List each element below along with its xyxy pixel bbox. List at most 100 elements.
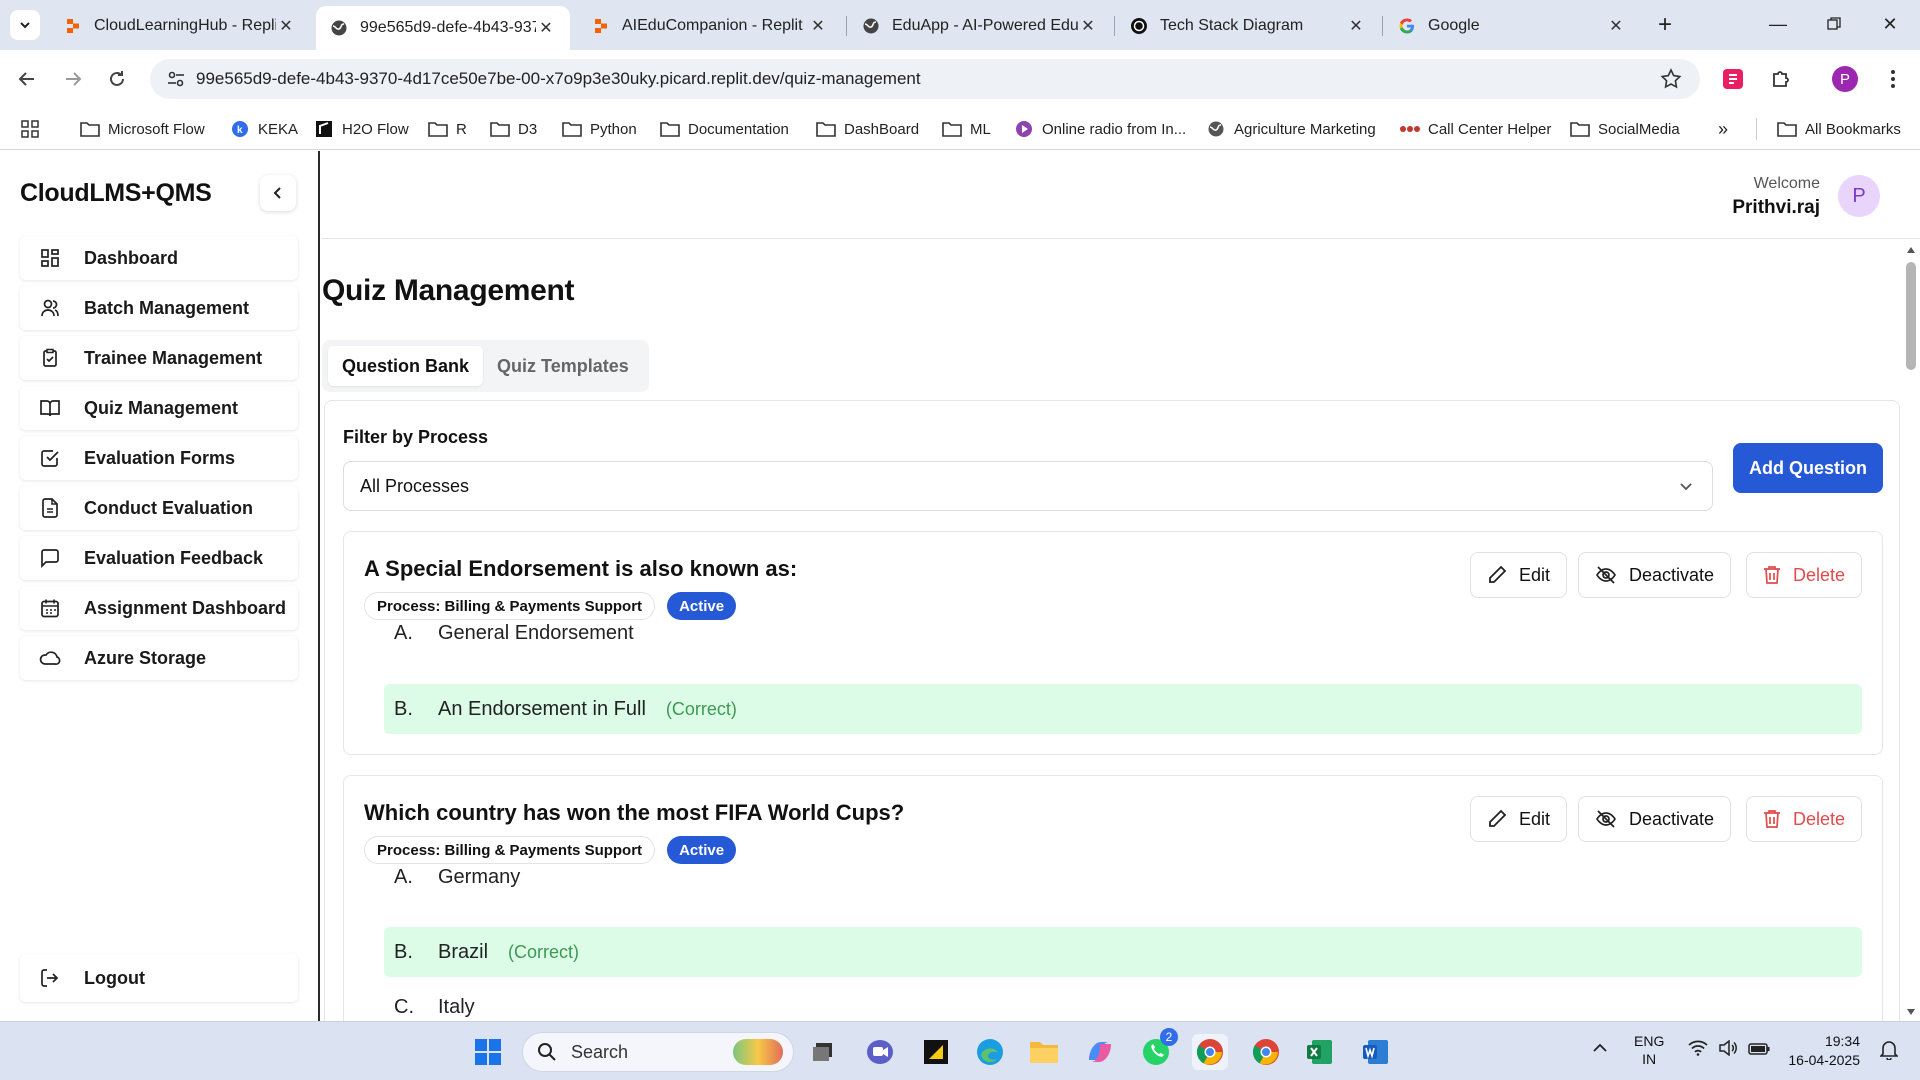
page-scrollbar[interactable] (1902, 240, 1920, 1021)
user-avatar[interactable]: P (1838, 175, 1880, 217)
bookmark-item[interactable]: Call Center Helper (1400, 118, 1551, 140)
browser-tab[interactable]: CloudLearningHub - Replit ✕ (50, 6, 310, 46)
browser-tab-active[interactable]: 99e565d9-defe-4b43-9370 ✕ (316, 6, 570, 50)
more-bookmarks-button[interactable]: » (1718, 118, 1728, 140)
bookmark-item[interactable]: Documentation (660, 118, 789, 140)
bookmark-item[interactable]: DashBoard (816, 118, 919, 140)
notifications-button[interactable] (1879, 1040, 1899, 1064)
browser-tab[interactable]: AIEduCompanion - Replit ✕ (578, 6, 842, 46)
edit-button[interactable]: Edit (1470, 552, 1568, 598)
chevron-down-icon (20, 22, 30, 29)
taskbar-app-word[interactable] (1358, 1034, 1394, 1070)
option-text: General Endorsement (438, 621, 634, 644)
delete-button[interactable]: Delete (1746, 796, 1863, 842)
extension-pinned-button[interactable] (1716, 62, 1750, 96)
taskbar-search[interactable]: Search (522, 1032, 794, 1072)
collapse-sidebar-button[interactable] (260, 175, 296, 211)
close-tab-icon[interactable]: ✕ (1346, 16, 1366, 36)
close-tab-icon[interactable]: ✕ (1606, 16, 1626, 36)
minimize-window-button[interactable]: — (1758, 8, 1798, 40)
tab-search-menu-button[interactable] (10, 10, 40, 40)
apps-button[interactable] (20, 118, 48, 140)
bookmark-star-icon[interactable] (1660, 68, 1682, 95)
logout-button[interactable]: Logout (20, 954, 298, 1002)
chevron-up-icon (1593, 1043, 1607, 1052)
task-view-icon (813, 1043, 832, 1061)
sidebar-item-evaluation-feedback[interactable]: Evaluation Feedback (20, 536, 298, 580)
bookmark-item[interactable]: D3 (490, 118, 537, 140)
taskbar-app-chrome-profile-k[interactable] (1248, 1034, 1284, 1070)
bookmark-item[interactable]: ML (942, 118, 991, 140)
sidebar-item-assignment-dashboard[interactable]: Assignment Dashboard (20, 586, 298, 630)
deactivate-button[interactable]: Deactivate (1578, 552, 1732, 598)
edit-button[interactable]: Edit (1470, 796, 1568, 842)
close-tab-icon[interactable]: ✕ (1078, 16, 1098, 36)
language-indicator[interactable]: ENG IN (1634, 1032, 1664, 1068)
browser-menu-button[interactable] (1876, 62, 1910, 96)
taskbar-app-copilot[interactable] (1082, 1034, 1118, 1070)
start-button[interactable] (470, 1034, 506, 1070)
close-tab-icon[interactable]: ✕ (536, 18, 556, 38)
users-icon (38, 296, 62, 320)
taskbar-app-whatsapp[interactable]: 2 (1138, 1028, 1178, 1070)
close-tab-icon[interactable]: ✕ (276, 16, 296, 36)
browser-tab[interactable]: Google ✕ (1384, 6, 1640, 46)
all-bookmarks-button[interactable]: All Bookmarks (1756, 118, 1901, 140)
taskbar-app-edge[interactable] (972, 1034, 1008, 1070)
sidebar-item-evaluation-forms[interactable]: Evaluation Forms (20, 436, 298, 480)
bookmark-item[interactable]: Agriculture Marketing (1206, 118, 1376, 140)
bookmark-item[interactable]: SocialMedia (1570, 118, 1680, 140)
taskbar-app-sticky-notes[interactable] (918, 1034, 954, 1070)
add-question-button[interactable]: Add Question (1733, 443, 1883, 493)
task-view-button[interactable] (806, 1034, 842, 1070)
double-chevron-right-icon: » (1718, 118, 1729, 139)
forward-button[interactable] (56, 62, 90, 96)
calendar-icon (38, 596, 62, 620)
logout-label: Logout (84, 967, 145, 988)
deactivate-button[interactable]: Deactivate (1578, 796, 1732, 842)
network-volume-battery-tray[interactable] (1688, 1039, 1770, 1060)
sidebar-item-azure-storage[interactable]: Azure Storage (20, 636, 298, 680)
bookmark-item[interactable]: Microsoft Flow (80, 118, 205, 140)
answer-option-correct: B. Brazil (Correct) (384, 927, 1862, 977)
sidebar-item-quiz-management[interactable]: Quiz Management (20, 386, 298, 430)
tab-quiz-templates[interactable]: Quiz Templates (483, 346, 643, 386)
sidebar-item-conduct-evaluation[interactable]: Conduct Evaluation (20, 486, 298, 530)
delete-button[interactable]: Delete (1746, 552, 1863, 598)
scrollbar-thumb[interactable] (1906, 262, 1916, 370)
bookmark-item[interactable]: Python (562, 118, 637, 140)
show-hidden-icons-button[interactable] (1592, 1040, 1608, 1058)
sidebar-item-batch-management[interactable]: Batch Management (20, 286, 298, 330)
taskbar-app-excel[interactable] (1302, 1034, 1338, 1070)
address-bar[interactable]: 99e565d9-defe-4b43-9370-4d17ce50e7be-00-… (150, 59, 1700, 99)
answer-option: C. Italy (384, 982, 1862, 1021)
taskbar-app-chrome-profile-p[interactable] (1192, 1034, 1228, 1070)
new-tab-button[interactable]: + (1650, 10, 1680, 40)
taskbar-app-file-explorer[interactable] (1026, 1034, 1062, 1070)
close-window-button[interactable]: ✕ (1870, 8, 1910, 40)
arrow-right-icon (66, 72, 82, 86)
tab-question-bank[interactable]: Question Bank (328, 346, 484, 386)
eye-off-icon (1595, 565, 1617, 585)
sidebar-item-trainee-management[interactable]: Trainee Management (20, 336, 298, 380)
close-tab-icon[interactable]: ✕ (808, 16, 828, 36)
process-filter-select[interactable]: All Processes (343, 461, 1713, 511)
bookmark-item[interactable]: H2O Flow (314, 118, 409, 140)
question-bank-panel: Filter by Process All Processes Add Ques… (324, 400, 1900, 1021)
bookmark-item[interactable]: k KEKA (230, 118, 298, 140)
profile-button[interactable]: P (1828, 62, 1862, 96)
sidebar-item-label: Dashboard (84, 247, 179, 268)
site-info-icon[interactable] (156, 70, 196, 88)
maximize-window-button[interactable] (1814, 8, 1854, 40)
browser-tab[interactable]: EduApp - AI-Powered Educ ✕ (848, 6, 1112, 46)
bookmark-item[interactable]: R (428, 118, 467, 140)
system-clock[interactable]: 19:34 16-04-2025 (1788, 1032, 1860, 1070)
bookmark-item[interactable]: Online radio from In... (1014, 118, 1186, 140)
sidebar-item-dashboard[interactable]: Dashboard (20, 236, 298, 280)
search-icon (538, 1043, 556, 1061)
browser-tab[interactable]: Tech Stack Diagram ✕ (1116, 6, 1380, 46)
taskbar-app-meet[interactable] (862, 1034, 898, 1070)
back-button[interactable] (10, 62, 44, 96)
extensions-button[interactable] (1764, 62, 1798, 96)
reload-button[interactable] (100, 62, 134, 96)
